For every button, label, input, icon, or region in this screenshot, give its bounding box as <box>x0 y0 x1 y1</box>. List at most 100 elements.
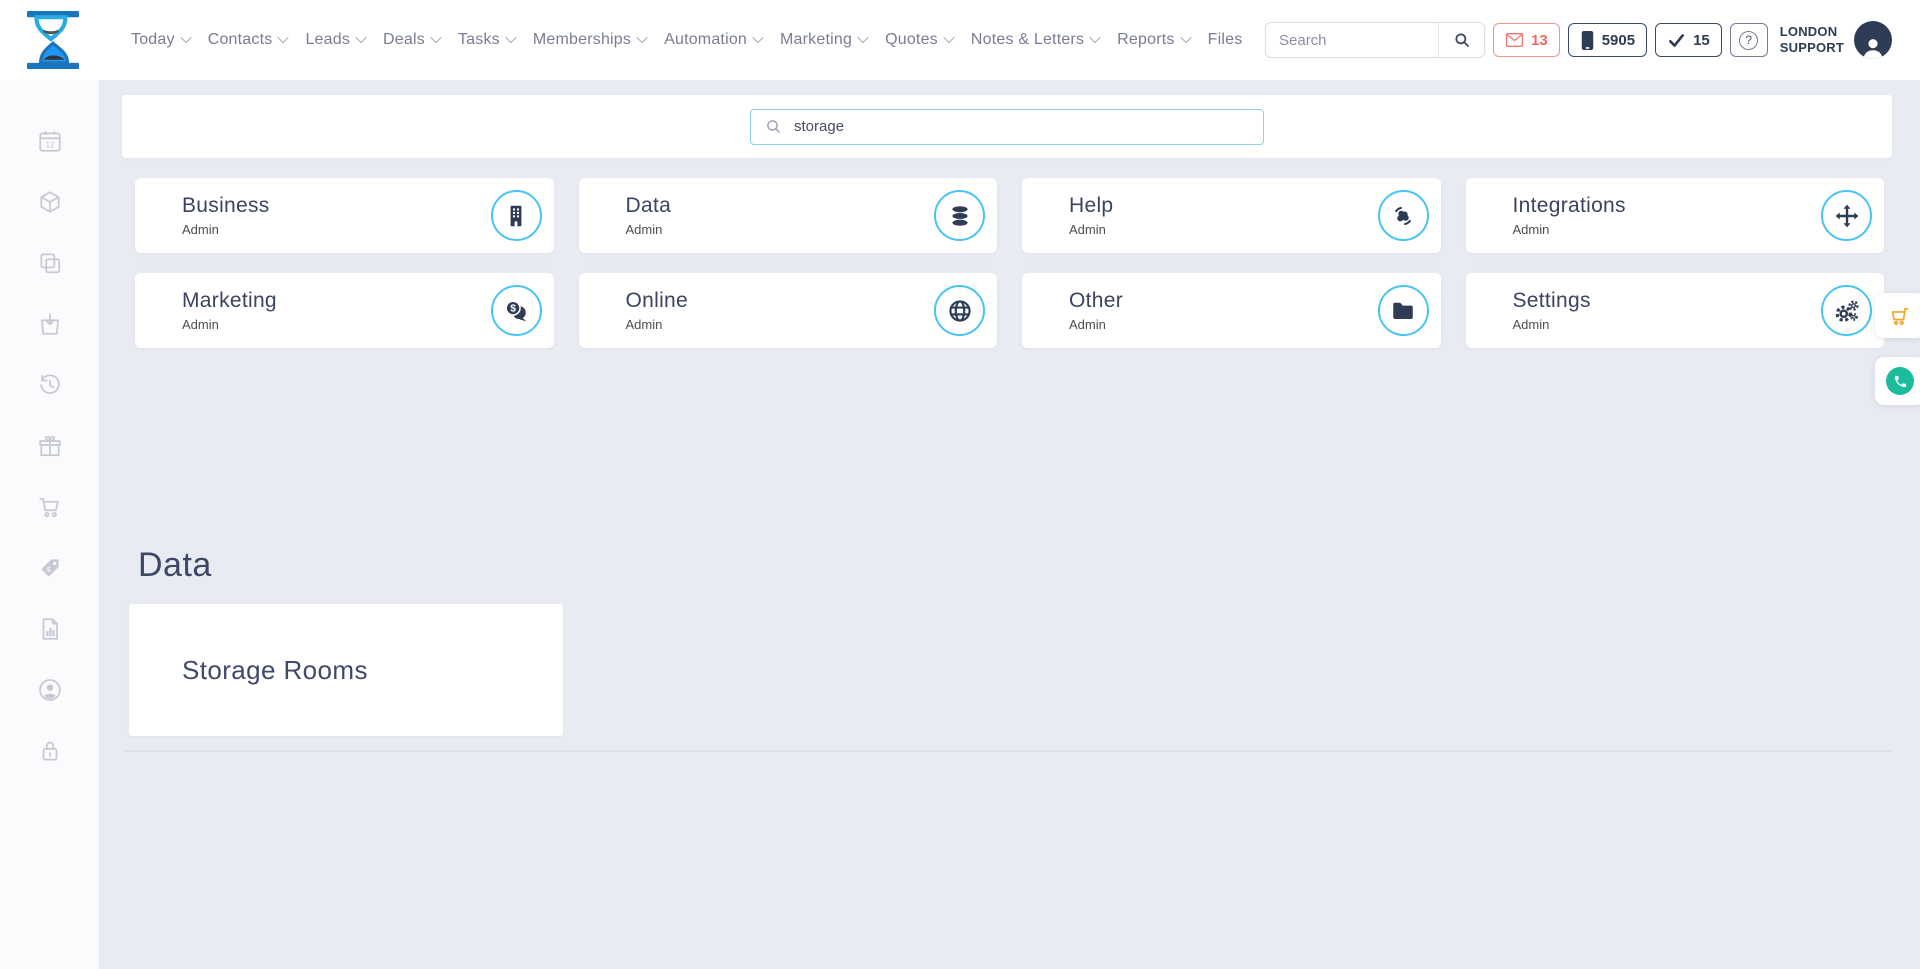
chevron-down-icon <box>636 31 647 42</box>
chevron-down-icon <box>857 31 868 42</box>
module-search-input[interactable] <box>792 117 1263 136</box>
phone-count: 5905 <box>1602 32 1635 49</box>
chevron-down-icon <box>180 31 191 42</box>
nav-memberships[interactable]: Memberships <box>533 31 646 49</box>
check-count: 15 <box>1693 32 1710 49</box>
sidebar: 12 <box>0 80 100 969</box>
cart-widget-button[interactable] <box>1875 293 1920 338</box>
sidebar-item-gifts[interactable] <box>37 433 63 459</box>
sidebar-item-packages[interactable] <box>37 189 63 215</box>
nav-today[interactable]: Today <box>131 31 190 49</box>
module-search-panel <box>122 95 1892 158</box>
person-icon <box>1861 36 1885 59</box>
phone-badge[interactable]: 5905 <box>1568 23 1647 57</box>
card-text: Marketing Admin <box>182 289 491 332</box>
nav-deals[interactable]: Deals <box>383 31 440 49</box>
card-text: Data Admin <box>626 194 935 237</box>
card-online[interactable]: Online Admin <box>579 273 998 348</box>
chevron-down-icon <box>1180 31 1191 42</box>
user-name-line2: SUPPORT <box>1780 40 1844 56</box>
card-subtitle: Admin <box>626 222 935 237</box>
globe-icon <box>934 285 985 336</box>
report-icon <box>37 616 63 642</box>
global-search <box>1265 22 1485 58</box>
sidebar-item-orders[interactable] <box>37 311 63 337</box>
nav-reports[interactable]: Reports <box>1117 31 1189 49</box>
phone-icon <box>1893 374 1908 389</box>
nav-automation[interactable]: Automation <box>664 31 762 49</box>
shopping-cart-icon <box>1888 304 1912 328</box>
nav-leads[interactable]: Leads <box>305 31 365 49</box>
chevron-down-icon <box>752 31 763 42</box>
card-text: Help Admin <box>1069 194 1378 237</box>
card-title: Data <box>626 194 935 218</box>
phone-widget-button[interactable] <box>1875 357 1920 405</box>
nav-marketing[interactable]: Marketing <box>780 31 867 49</box>
chat-dollar-icon: $ <box>491 285 542 336</box>
sidebar-item-reports[interactable] <box>37 616 63 642</box>
help-button[interactable]: ? <box>1730 23 1768 57</box>
card-subtitle: Admin <box>1513 222 1822 237</box>
mail-count: 13 <box>1531 32 1548 49</box>
chevron-down-icon <box>278 31 289 42</box>
sidebar-item-history[interactable] <box>37 372 63 398</box>
question-mark-icon: ? <box>1739 31 1758 50</box>
card-settings[interactable]: Settings Admin <box>1466 273 1885 348</box>
nav-quotes[interactable]: Quotes <box>885 31 953 49</box>
section-title: Data <box>138 546 212 585</box>
result-card-storage-rooms[interactable]: Storage Rooms <box>129 604 563 736</box>
tasks-done-badge[interactable]: 15 <box>1655 23 1722 57</box>
card-title: Settings <box>1513 289 1822 313</box>
topbar: Today Contacts Leads Deals Tasks Members… <box>0 0 1920 80</box>
database-icon <box>934 190 985 241</box>
chevron-down-icon <box>355 31 366 42</box>
card-title: Online <box>626 289 935 313</box>
card-marketing[interactable]: Marketing Admin $ <box>135 273 554 348</box>
package-icon <box>37 189 63 215</box>
card-integrations[interactable]: Integrations Admin <box>1466 178 1885 253</box>
gift-icon <box>37 433 63 459</box>
card-title: Integrations <box>1513 194 1822 218</box>
card-title: Business <box>182 194 491 218</box>
price-tag-icon: $ <box>37 555 63 581</box>
avatar[interactable] <box>1854 21 1892 59</box>
chevron-down-icon <box>505 31 516 42</box>
card-help[interactable]: Help Admin <box>1022 178 1441 253</box>
nav-contacts[interactable]: Contacts <box>208 31 288 49</box>
handshake-icon <box>1378 190 1429 241</box>
card-title: Help <box>1069 194 1378 218</box>
card-subtitle: Admin <box>182 222 491 237</box>
card-data[interactable]: Data Admin <box>579 178 998 253</box>
nav-files[interactable]: Files <box>1208 31 1243 49</box>
nav-label: Leads <box>305 31 350 49</box>
sidebar-item-security[interactable] <box>37 738 63 764</box>
card-other[interactable]: Other Admin <box>1022 273 1441 348</box>
nav-label: Reports <box>1117 31 1174 49</box>
nav-label: Notes & Letters <box>971 31 1084 49</box>
sidebar-item-shop[interactable] <box>37 494 63 520</box>
sidebar-item-calendar[interactable]: 12 <box>37 128 63 154</box>
shopping-bag-icon <box>37 311 63 337</box>
nav-tasks[interactable]: Tasks <box>458 31 515 49</box>
building-icon <box>491 190 542 241</box>
sidebar-item-duplicates[interactable] <box>37 250 63 276</box>
svg-text:12: 12 <box>45 141 55 150</box>
lock-icon <box>37 738 63 764</box>
card-business[interactable]: Business Admin <box>135 178 554 253</box>
sidebar-item-pricing[interactable]: $ <box>37 555 63 581</box>
sidebar-item-account[interactable] <box>37 677 63 703</box>
svg-text:$: $ <box>510 303 516 314</box>
app-logo[interactable] <box>26 11 80 69</box>
global-search-input[interactable] <box>1266 32 1438 49</box>
global-search-button[interactable] <box>1438 23 1484 57</box>
card-title: Other <box>1069 289 1378 313</box>
calendar-icon: 12 <box>37 128 63 154</box>
card-subtitle: Admin <box>1069 222 1378 237</box>
mail-badge[interactable]: 13 <box>1493 23 1560 57</box>
mobile-icon <box>1580 30 1595 51</box>
copy-icon <box>37 250 63 276</box>
nav-label: Memberships <box>533 31 631 49</box>
card-title: Marketing <box>182 289 491 313</box>
nav-label: Automation <box>664 31 747 49</box>
nav-notes-letters[interactable]: Notes & Letters <box>971 31 1099 49</box>
